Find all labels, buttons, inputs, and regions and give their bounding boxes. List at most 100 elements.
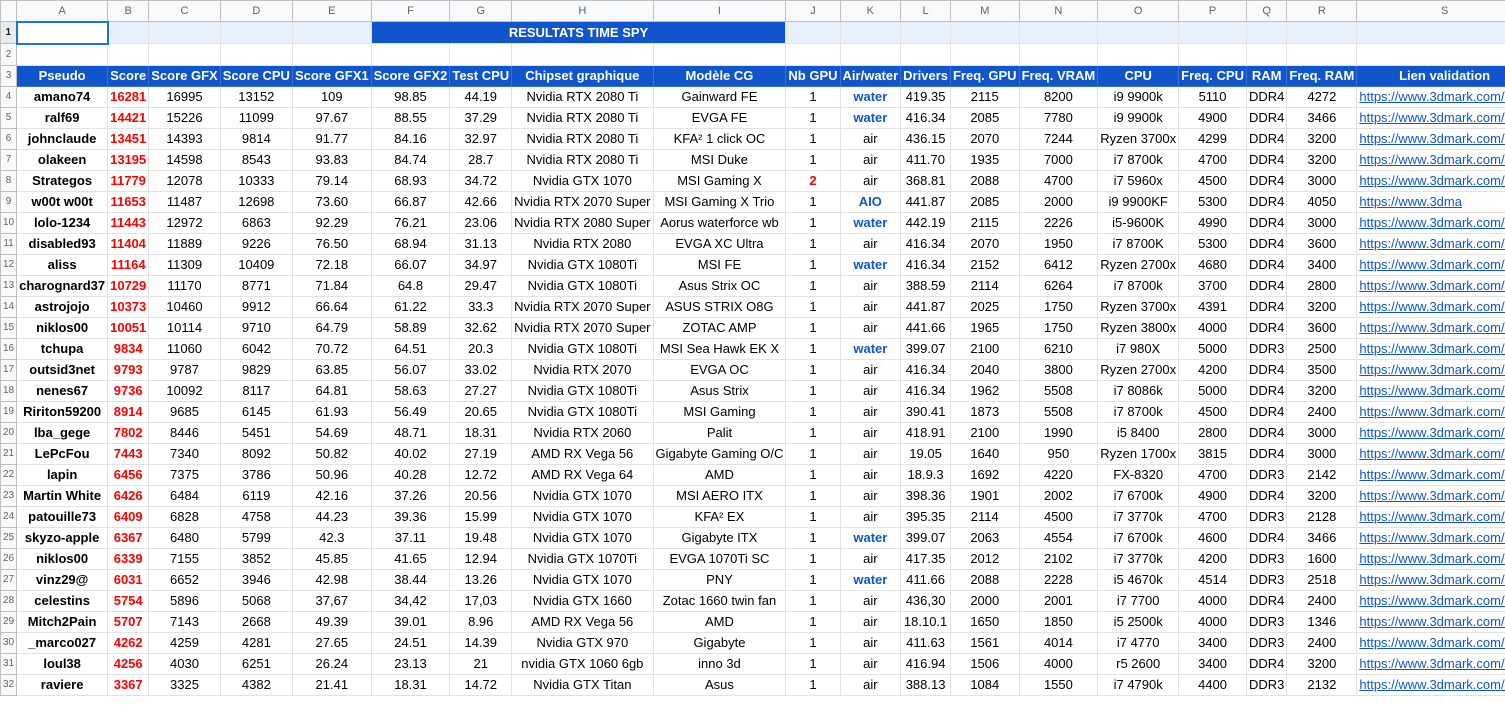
column-header-q[interactable]: Q xyxy=(1245,0,1288,22)
table-cell[interactable]: 68.93 xyxy=(370,169,451,192)
row-header-26[interactable]: 26 xyxy=(0,547,18,570)
table-cell[interactable]: 4500 xyxy=(1018,505,1099,528)
table-cell[interactable]: 2132 xyxy=(1286,673,1358,696)
empty-cell[interactable] xyxy=(785,21,841,44)
table-cell[interactable]: 4700 xyxy=(1178,505,1247,528)
table-cell[interactable]: tchupa xyxy=(16,337,109,360)
table-cell[interactable]: 416.34 xyxy=(900,358,951,381)
table-cell[interactable]: 3200 xyxy=(1286,379,1358,402)
table-cell[interactable]: 1 xyxy=(785,274,841,297)
table-cell[interactable]: 1950 xyxy=(1018,232,1099,255)
table-cell[interactable]: 14598 xyxy=(148,148,221,171)
table-cell[interactable]: DDR4 xyxy=(1245,358,1288,381)
table-cell[interactable]: aliss xyxy=(16,253,109,276)
table-cell[interactable]: 20.3 xyxy=(449,337,513,360)
empty-cell[interactable] xyxy=(107,21,150,44)
table-cell[interactable]: 7000 xyxy=(1018,148,1099,171)
table-cell[interactable]: 1692 xyxy=(949,463,1020,486)
table-cell[interactable]: Aorus waterforce wb xyxy=(652,211,787,234)
table-cell[interactable]: 2040 xyxy=(949,358,1020,381)
validation-link[interactable]: https://www.3dmark.com/3d xyxy=(1356,547,1505,570)
table-cell[interactable]: 3400 xyxy=(1178,631,1247,654)
table-cell[interactable]: 2100 xyxy=(949,421,1020,444)
table-cell[interactable]: water xyxy=(839,106,902,129)
table-cell[interactable]: i5 8400 xyxy=(1097,421,1180,444)
row-header-14[interactable]: 14 xyxy=(0,295,18,318)
table-cell[interactable]: Zotac 1660 twin fan xyxy=(652,589,787,612)
table-cell[interactable]: 8771 xyxy=(219,274,293,297)
validation-link[interactable]: https://www.3dmark.com/3d xyxy=(1356,358,1505,381)
table-cell[interactable]: Mitch2Pain xyxy=(16,610,109,633)
table-cell[interactable]: DDR3 xyxy=(1245,631,1288,654)
validation-link[interactable]: https://www.3dmark.com/3d xyxy=(1356,295,1505,318)
table-cell[interactable]: 2500 xyxy=(1286,337,1358,360)
validation-link[interactable]: https://www.3dmark.com/3d xyxy=(1356,253,1505,276)
validation-link[interactable]: https://www.3dmark.com/3d xyxy=(1356,589,1505,612)
table-cell[interactable]: air xyxy=(839,484,902,507)
table-cell[interactable]: 42.16 xyxy=(291,484,372,507)
table-cell[interactable]: 28.7 xyxy=(449,148,513,171)
table-cell[interactable]: 6426 xyxy=(107,484,150,507)
table-cell[interactable]: 58.89 xyxy=(370,316,451,339)
table-cell[interactable]: 16281 xyxy=(107,85,150,108)
column-title[interactable]: Pseudo xyxy=(16,64,109,87)
table-cell[interactable]: 19.05 xyxy=(900,442,951,465)
table-cell[interactable]: 37,67 xyxy=(291,589,372,612)
table-cell[interactable]: Nvidia GTX 1080Ti xyxy=(511,337,654,360)
table-cell[interactable]: 68.94 xyxy=(370,232,451,255)
table-cell[interactable]: 4900 xyxy=(1178,484,1247,507)
table-cell[interactable]: 17,03 xyxy=(449,589,513,612)
table-cell[interactable]: 1962 xyxy=(949,379,1020,402)
row-header-24[interactable]: 24 xyxy=(0,505,18,528)
empty-cell[interactable] xyxy=(949,43,1020,66)
table-cell[interactable]: 4000 xyxy=(1018,652,1099,675)
column-title[interactable]: Nb GPU xyxy=(785,64,841,87)
table-cell[interactable]: 42.98 xyxy=(291,568,372,591)
table-cell[interactable]: 9793 xyxy=(107,358,150,381)
table-cell[interactable]: 368.81 xyxy=(900,169,951,192)
table-cell[interactable]: 4400 xyxy=(1178,673,1247,696)
table-cell[interactable]: air xyxy=(839,631,902,654)
table-cell[interactable]: air xyxy=(839,379,902,402)
table-cell[interactable]: 1 xyxy=(785,190,841,213)
table-cell[interactable]: 1 xyxy=(785,106,841,129)
row-header-20[interactable]: 20 xyxy=(0,421,18,444)
column-title[interactable]: Score GFX xyxy=(148,64,221,87)
table-cell[interactable]: 4554 xyxy=(1018,526,1099,549)
table-cell[interactable]: Ririton59200 xyxy=(16,400,109,423)
table-cell[interactable]: 1850 xyxy=(1018,610,1099,633)
table-cell[interactable]: nvidia GTX 1060 6gb xyxy=(511,652,654,675)
table-cell[interactable]: 2088 xyxy=(949,568,1020,591)
table-cell[interactable]: DDR4 xyxy=(1245,253,1288,276)
table-cell[interactable]: i7 8086k xyxy=(1097,379,1180,402)
table-cell[interactable]: 4000 xyxy=(1178,610,1247,633)
table-cell[interactable]: 1873 xyxy=(949,400,1020,423)
table-cell[interactable]: 2115 xyxy=(949,211,1020,234)
table-cell[interactable]: air xyxy=(839,505,902,528)
table-cell[interactable]: 2000 xyxy=(949,589,1020,612)
column-header-h[interactable]: H xyxy=(511,0,654,22)
table-cell[interactable]: Nvidia RTX 2070 xyxy=(511,358,654,381)
validation-link[interactable]: https://www.3dmark.com/3d xyxy=(1356,673,1505,696)
table-cell[interactable]: 1 xyxy=(785,316,841,339)
table-cell[interactable]: i7 6700k xyxy=(1097,526,1180,549)
table-cell[interactable]: 34,42 xyxy=(370,589,451,612)
table-cell[interactable]: i5-9600K xyxy=(1097,211,1180,234)
table-cell[interactable]: raviere xyxy=(16,673,109,696)
table-cell[interactable]: DDR3 xyxy=(1245,463,1288,486)
table-cell[interactable]: 3700 xyxy=(1178,274,1247,297)
table-cell[interactable]: 2400 xyxy=(1286,589,1358,612)
validation-link[interactable]: https://www.3dmark.com/sp xyxy=(1356,274,1505,297)
table-cell[interactable]: water xyxy=(839,526,902,549)
table-cell[interactable]: 1084 xyxy=(949,673,1020,696)
table-cell[interactable]: i7 8700k xyxy=(1097,274,1180,297)
table-cell[interactable]: 6145 xyxy=(219,400,293,423)
table-cell[interactable]: 9736 xyxy=(107,379,150,402)
table-cell[interactable]: 24.51 xyxy=(370,631,451,654)
table-cell[interactable]: 33.3 xyxy=(449,295,513,318)
table-cell[interactable]: 4382 xyxy=(219,673,293,696)
table-cell[interactable]: 4514 xyxy=(1178,568,1247,591)
table-cell[interactable]: 1 xyxy=(785,568,841,591)
table-cell[interactable]: 5451 xyxy=(219,421,293,444)
table-cell[interactable]: 4758 xyxy=(219,505,293,528)
